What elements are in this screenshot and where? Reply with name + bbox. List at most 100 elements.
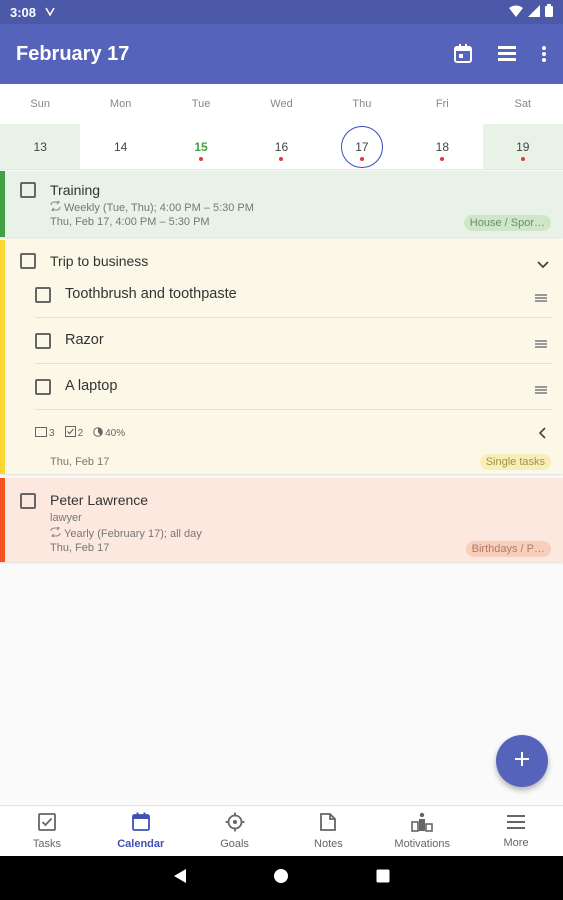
calendar-view-icon[interactable]: [453, 44, 473, 64]
checkbox-icon: [37, 812, 57, 835]
subtask-title: Toothbrush and toothpaste: [65, 286, 237, 302]
weekday-label: Sun: [30, 98, 50, 110]
category-tag: Birthdays / P…: [465, 541, 551, 557]
checked-count-value: 2: [77, 427, 84, 439]
drag-handle-icon[interactable]: [535, 289, 547, 307]
subtask-checkbox[interactable]: [35, 287, 51, 303]
selected-ring: [340, 126, 383, 168]
date-cell[interactable]: 14: [80, 124, 160, 169]
date-cell-selected[interactable]: 17: [322, 124, 402, 169]
drag-handle-icon[interactable]: [535, 335, 547, 353]
date-number: 14: [113, 139, 128, 154]
date-number: 16: [274, 139, 289, 154]
task-card-trip[interactable]: Trip to business Toothbrush and toothpas…: [0, 240, 563, 474]
app-bar: February 17: [0, 24, 563, 84]
nav-label: Motivations: [394, 838, 451, 850]
calendar-icon: [131, 812, 151, 835]
podium-icon: [411, 812, 434, 835]
task-checkbox[interactable]: [20, 253, 36, 269]
task-repeat-text: Yearly (February 17); all day: [64, 527, 202, 540]
subtask-stats: 3 2 40%: [35, 426, 125, 440]
task-note: lawyer: [50, 512, 82, 524]
more-vert-icon[interactable]: [541, 45, 547, 63]
home-icon[interactable]: [273, 868, 289, 889]
weekday-label: Thu: [352, 98, 372, 110]
subtask-checkbox[interactable]: [35, 333, 51, 349]
nav-more[interactable]: More: [469, 806, 563, 856]
weekday-label: Tue: [191, 98, 211, 110]
crosshair-icon: [225, 812, 245, 835]
date-cell[interactable]: 18: [402, 124, 482, 169]
date-cell[interactable]: 16: [241, 124, 321, 169]
date-cell-today[interactable]: 15: [161, 124, 241, 169]
category-tag: House / Spor…: [463, 215, 551, 231]
category-tag: Single tasks: [479, 454, 551, 470]
page-title: February 17: [16, 42, 130, 65]
task-repeat-text: Weekly (Tue, Thu); 4:00 PM – 5:30 PM: [64, 201, 254, 214]
weekday-header: Sun Mon Tue Wed Thu Fri Sat: [0, 84, 563, 124]
nav-label: Goals: [220, 838, 249, 850]
task-datetime: Thu, Feb 17, 4:00 PM – 5:30 PM: [50, 216, 210, 228]
task-card-birthday[interactable]: Peter Lawrence lawyer Yearly (February 1…: [0, 478, 563, 562]
nav-goals[interactable]: Goals: [188, 806, 282, 856]
battery-icon: [545, 4, 553, 20]
date-cell[interactable]: 13: [0, 124, 81, 169]
progress-pie-icon: [93, 426, 103, 440]
date-number: 19: [516, 139, 530, 154]
back-icon[interactable]: [173, 868, 187, 889]
date-number: 13: [33, 139, 47, 154]
date-number: 18: [435, 139, 449, 154]
weekday-label: Mon: [109, 98, 132, 110]
subtask-title: A laptop: [65, 378, 118, 394]
chevron-left-icon[interactable]: [538, 426, 546, 444]
status-bar: 3:08: [0, 0, 563, 24]
checked-count: 2: [64, 426, 84, 440]
drag-handle-icon[interactable]: [535, 381, 547, 399]
date-cell[interactable]: 19: [482, 124, 563, 169]
task-repeat: Weekly (Tue, Thu); 4:00 PM – 5:30 PM: [50, 199, 254, 214]
note-icon: [35, 426, 47, 440]
task-date: Thu, Feb 17: [50, 456, 110, 468]
task-title: Peter Lawrence: [50, 492, 149, 508]
notes-count: 3: [35, 426, 55, 440]
nav-calendar[interactable]: Calendar: [94, 806, 188, 856]
subtask-checkbox[interactable]: [35, 379, 51, 395]
list-view-icon[interactable]: [497, 45, 517, 63]
subtask-title: Razor: [65, 332, 104, 348]
checkbox-checked-icon: [64, 426, 76, 440]
task-checkbox[interactable]: [20, 493, 36, 509]
date-number: 15: [194, 139, 208, 154]
event-dot: [440, 157, 445, 161]
repeat-icon: [50, 199, 61, 214]
nav-label: Calendar: [117, 838, 165, 850]
weekday-label: Sat: [514, 98, 531, 110]
note-icon: [318, 812, 338, 835]
task-card-training[interactable]: Training Weekly (Tue, Thu); 4:00 PM – 5:…: [0, 171, 563, 237]
menu-icon: [506, 813, 526, 834]
progress-value: 40%: [105, 427, 126, 439]
nav-motivations[interactable]: Motivations: [375, 806, 469, 856]
subtask-item[interactable]: Toothbrush and toothpaste: [35, 272, 553, 318]
event-dot: [199, 157, 204, 161]
vpn-icon: [44, 5, 56, 20]
notes-count-value: 3: [49, 427, 55, 439]
subtask-item[interactable]: A laptop: [35, 364, 553, 410]
weekday-label: Fri: [435, 98, 449, 110]
event-dot: [520, 157, 525, 161]
week-date-row: 13 14 15 16 17 18 19: [0, 124, 563, 170]
status-time: 3:08: [10, 4, 37, 20]
weekday-label: Wed: [270, 98, 293, 110]
cellular-signal-icon: [528, 4, 540, 20]
nav-notes[interactable]: Notes: [281, 806, 375, 856]
subtask-item[interactable]: Razor: [35, 318, 553, 364]
add-task-fab[interactable]: [496, 735, 548, 787]
system-navigation-bar: [0, 856, 563, 900]
task-title: Trip to business: [50, 253, 149, 269]
recents-icon[interactable]: [376, 869, 390, 888]
nav-label: Tasks: [32, 838, 61, 850]
task-checkbox[interactable]: [20, 182, 36, 198]
nav-tasks[interactable]: Tasks: [0, 806, 94, 856]
repeat-icon: [50, 525, 61, 540]
task-date: Thu, Feb 17: [50, 542, 110, 554]
nav-label: More: [503, 837, 529, 849]
